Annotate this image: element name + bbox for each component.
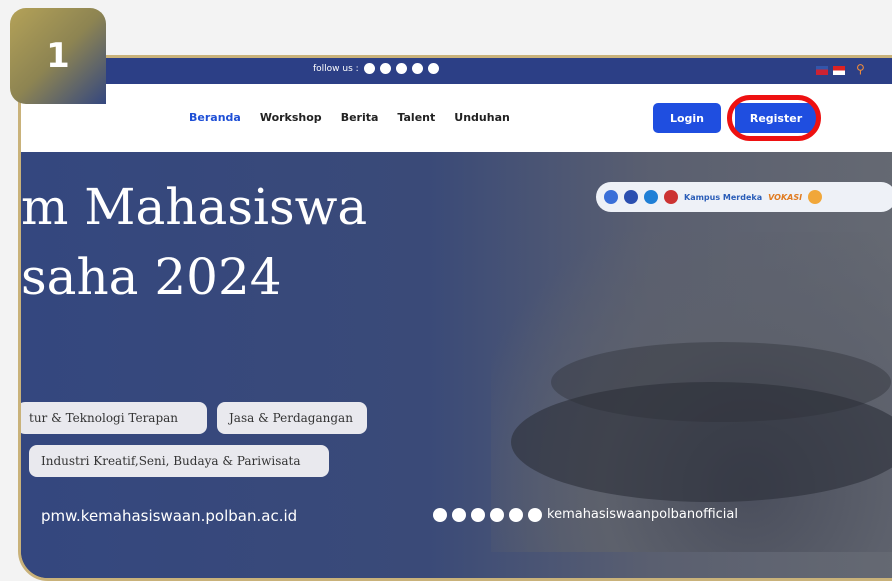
hero-title-line2: saha 2024 [21, 248, 282, 306]
social-footer: kemahasiswaanpolbanofficial [433, 507, 738, 522]
navbar: Beranda Workshop Berita Talent Unduhan L… [21, 84, 892, 152]
nav-workshop[interactable]: Workshop [260, 111, 322, 124]
register-highlight-ring [727, 95, 821, 141]
indonesia-flag-icon[interactable] [833, 66, 845, 75]
hero-title-line1: m Mahasiswa [21, 178, 368, 236]
follow-label: follow us : [313, 63, 359, 74]
telegram-icon[interactable] [427, 63, 439, 74]
step-number-badge: 1 [10, 8, 106, 104]
partner-logo-2-icon [808, 190, 823, 204]
partner-logo-icon [664, 190, 678, 204]
instagram-icon[interactable] [363, 63, 375, 74]
kampus-merdeka-logo: Kampus Merdeka [684, 192, 763, 202]
tiktok-icon[interactable] [528, 507, 542, 522]
follow-us: follow us : [313, 63, 439, 74]
blu-logo-icon [644, 190, 658, 204]
vokasi-logo: VOKASI [768, 192, 803, 202]
hero-banner: Kampus Merdeka VOKASI m Mahasiswa saha 2… [21, 152, 892, 578]
nav-unduhan[interactable]: Unduhan [454, 111, 510, 124]
social-handle: kemahasiswaanpolbanofficial [547, 507, 738, 522]
facebook-icon[interactable] [509, 507, 523, 522]
category-pill[interactable]: Industri Kreatif,Seni, Budaya & Pariwisa… [29, 445, 329, 477]
language-flags [816, 66, 845, 75]
nav-talent[interactable]: Talent [397, 111, 435, 124]
whatsapp-icon[interactable] [411, 63, 423, 74]
polban-logo-icon [604, 190, 618, 204]
nav-beranda[interactable]: Beranda [189, 111, 241, 124]
telegram-icon[interactable] [452, 507, 466, 522]
website-screenshot: follow us : ⚲ Beranda Workshop Berita Ta… [18, 55, 892, 581]
english-flag-icon[interactable] [816, 66, 828, 75]
instagram-icon[interactable] [471, 507, 485, 522]
category-pill[interactable]: Jasa & Perdagangan [217, 402, 367, 434]
login-button[interactable]: Login [653, 103, 721, 133]
website-url: pmw.kemahasiswaan.polban.ac.id [41, 507, 298, 525]
tut-wuri-logo-icon [624, 190, 638, 204]
youtube-icon[interactable] [433, 507, 447, 522]
group-photo [491, 232, 892, 552]
nav-links: Beranda Workshop Berita Talent Unduhan [189, 111, 510, 124]
search-icon[interactable]: ⚲ [856, 62, 865, 76]
top-bar: follow us : ⚲ [21, 58, 892, 84]
facebook-icon[interactable] [379, 63, 391, 74]
category-pill[interactable]: tur & Teknologi Terapan [21, 402, 207, 434]
partner-logos: Kampus Merdeka VOKASI [596, 182, 892, 212]
youtube-icon[interactable] [395, 63, 407, 74]
nav-berita[interactable]: Berita [341, 111, 379, 124]
twitter-icon[interactable] [490, 507, 504, 522]
